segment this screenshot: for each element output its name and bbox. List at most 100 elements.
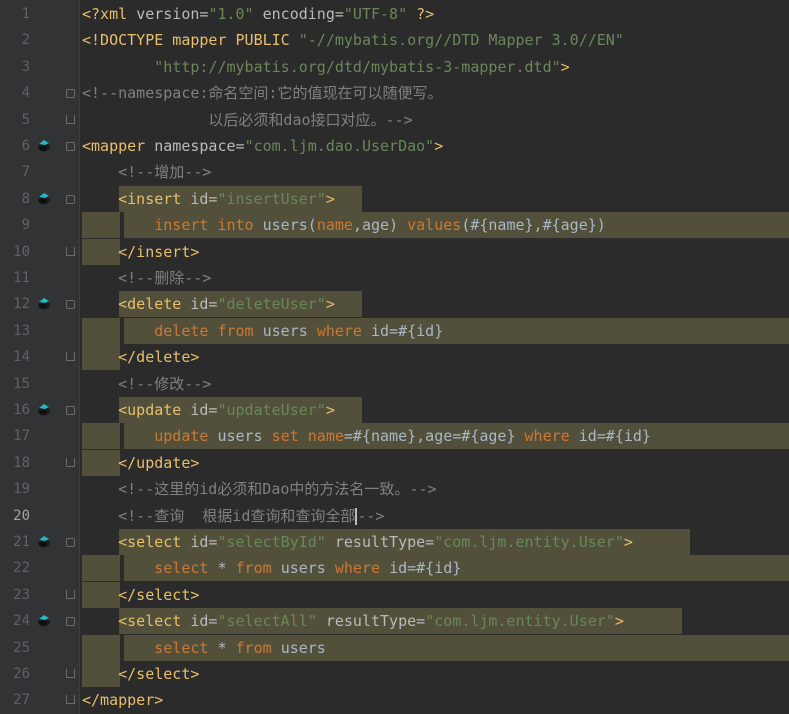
code-line[interactable]: 12 <delete id="deleteUser"> xyxy=(0,291,789,318)
mybatis-bean-icon[interactable] xyxy=(36,403,52,417)
code-line[interactable]: 10 </insert> xyxy=(0,238,789,265)
code-line[interactable]: 19 <!--这里的id必须和Dao中的方法名一致。--> xyxy=(0,476,789,502)
line-number: 12 xyxy=(13,296,30,313)
code-text[interactable]: insert into users(name,age) values(#{nam… xyxy=(82,212,606,238)
line-number: 13 xyxy=(13,322,30,339)
fold-end-icon[interactable] xyxy=(66,457,75,467)
code-line[interactable]: 24 <select id="selectAll" resultType="co… xyxy=(0,608,789,635)
line-number: 8 xyxy=(21,190,30,207)
line-number: 26 xyxy=(13,666,30,682)
mybatis-bean-icon[interactable] xyxy=(36,139,52,153)
line-number: 2 xyxy=(21,32,30,49)
line-number: 7 xyxy=(21,164,30,181)
mybatis-bean-icon[interactable] xyxy=(36,535,52,549)
fold-collapse-icon[interactable] xyxy=(66,194,75,204)
code-line[interactable]: 11 <!--删除--> xyxy=(0,265,789,291)
code-line[interactable]: 22 select * from users where id=#{id} xyxy=(0,555,789,582)
line-number: 21 xyxy=(13,534,30,550)
code-text[interactable]: <select id="selectAll" resultType="com.l… xyxy=(82,608,624,634)
code-editor[interactable]: 1 <?xml version="1.0" encoding="UTF-8" ?>… xyxy=(0,0,789,714)
code-line[interactable]: 5 以后必须和dao接口对应。--> xyxy=(0,107,789,133)
fold-collapse-icon[interactable] xyxy=(66,142,75,151)
code-line[interactable]: 13 delete from users where id=#{id} xyxy=(0,317,789,344)
code-text[interactable]: <!--修改--> xyxy=(82,371,211,397)
code-text[interactable]: <!--增加--> xyxy=(82,159,211,185)
line-number: 1 xyxy=(21,6,30,22)
code-text[interactable]: <mapper namespace="com.ljm.dao.UserDao"> xyxy=(82,133,443,159)
fold-end-icon[interactable] xyxy=(66,589,75,599)
fold-collapse-icon[interactable] xyxy=(66,617,75,627)
code-line[interactable]: 16 <update id="updateUser"> xyxy=(0,397,789,423)
code-line[interactable]: 20 <!--查询 根据id查询和查询全部 --> xyxy=(0,503,789,529)
fold-collapse-icon[interactable] xyxy=(66,300,75,310)
line-number: 10 xyxy=(13,243,30,260)
code-line[interactable]: 8 <insert id="insertUser"> xyxy=(0,185,789,212)
line-number: 24 xyxy=(13,613,30,630)
code-line[interactable]: 7 <!--增加--> xyxy=(0,159,789,185)
code-text[interactable]: </update> xyxy=(82,450,199,476)
code-line[interactable]: 27 </mapper> xyxy=(0,687,789,713)
line-number: 3 xyxy=(21,58,30,75)
code-line[interactable]: 9 insert into users(name,age) values(#{n… xyxy=(0,212,789,239)
code-line[interactable]: 1 <?xml version="1.0" encoding="UTF-8" ?> xyxy=(0,1,789,27)
code-line[interactable]: 2 <!DOCTYPE mapper PUBLIC "-//mybatis.org… xyxy=(0,27,789,53)
code-text[interactable]: </select> xyxy=(82,582,199,608)
code-text[interactable]: <update id="updateUser"> xyxy=(82,397,335,423)
code-line[interactable]: 18 </update> xyxy=(0,449,789,476)
code-text[interactable]: <!--这里的id必须和Dao中的方法名一致。--> xyxy=(82,476,436,502)
mybatis-bean-icon[interactable] xyxy=(36,614,52,628)
mybatis-bean-icon[interactable] xyxy=(36,297,52,311)
fold-collapse-icon[interactable] xyxy=(66,89,75,99)
code-line[interactable]: 25 select * from users xyxy=(0,634,789,661)
line-number: 23 xyxy=(13,586,30,603)
fold-collapse-icon[interactable] xyxy=(66,538,75,547)
code-text[interactable]: 以后必须和dao接口对应。--> xyxy=(82,107,412,133)
code-text[interactable]: <insert id="insertUser"> xyxy=(82,186,335,212)
line-number: 27 xyxy=(13,692,30,709)
line-number: 17 xyxy=(13,428,30,445)
line-number: 14 xyxy=(13,349,30,366)
code-text[interactable]: select * from users where id=#{id} xyxy=(82,555,461,581)
code-line[interactable]: 4 <!--namespace:命名空间:它的值现在可以随便写。 xyxy=(0,80,789,106)
code-text[interactable]: <select id="selectById" resultType="com.… xyxy=(82,529,633,555)
code-line[interactable]: 21 <select id="selectById" resultType="c… xyxy=(0,529,789,555)
line-number: 4 xyxy=(21,85,30,102)
code-line[interactable]: 6 <mapper namespace="com.ljm.dao.UserDao"… xyxy=(0,133,789,159)
code-text[interactable]: <delete id="deleteUser"> xyxy=(82,291,335,317)
code-text[interactable]: </delete> xyxy=(82,344,199,370)
code-line[interactable]: 23 </select> xyxy=(0,581,789,608)
code-text[interactable]: </mapper> xyxy=(82,687,163,713)
code-text[interactable]: "http://mybatis.org/dtd/mybatis-3-mapper… xyxy=(82,54,569,80)
fold-collapse-icon[interactable] xyxy=(66,406,75,415)
fold-end-icon[interactable] xyxy=(66,246,75,256)
fold-end-icon[interactable] xyxy=(66,352,75,362)
line-number: 25 xyxy=(13,639,30,656)
fold-end-icon[interactable] xyxy=(66,695,75,705)
code-text[interactable]: <?xml version="1.0" encoding="UTF-8" ?> xyxy=(82,1,434,27)
mybatis-bean-icon[interactable] xyxy=(36,192,52,206)
line-number: 22 xyxy=(13,560,30,577)
line-number: 5 xyxy=(21,111,30,128)
code-line[interactable]: 3 "http://mybatis.org/dtd/mybatis-3-mapp… xyxy=(0,54,789,80)
line-number: 20 xyxy=(13,507,30,524)
code-text[interactable]: <!DOCTYPE mapper PUBLIC "-//mybatis.org/… xyxy=(82,27,624,53)
code-line[interactable]: 17 update users set name=#{name},age=#{a… xyxy=(0,423,789,450)
code-text[interactable]: select * from users xyxy=(82,635,326,661)
line-number: 6 xyxy=(21,138,30,154)
code-text[interactable]: <!--查询 根据id查询和查询全部 --> xyxy=(82,503,384,529)
line-number: 15 xyxy=(13,375,30,392)
code-text[interactable]: delete from users where id=#{id} xyxy=(82,318,443,344)
code-line[interactable]: 14 </delete> xyxy=(0,344,789,371)
code-text[interactable]: <!--namespace:命名空间:它的值现在可以随便写。 xyxy=(82,80,442,106)
code-text[interactable]: </select> xyxy=(82,661,199,687)
line-number: 11 xyxy=(13,270,30,286)
line-number: 16 xyxy=(13,402,30,418)
code-text[interactable]: </insert> xyxy=(82,239,199,265)
line-number: 18 xyxy=(13,454,30,471)
fold-end-icon[interactable] xyxy=(66,669,75,678)
code-line[interactable]: 15 <!--修改--> xyxy=(0,371,789,397)
code-line[interactable]: 26 </select> xyxy=(0,661,789,687)
code-text[interactable]: <!--删除--> xyxy=(82,265,211,291)
fold-end-icon[interactable] xyxy=(66,114,75,124)
code-text[interactable]: update users set name=#{name},age=#{age}… xyxy=(82,423,651,449)
